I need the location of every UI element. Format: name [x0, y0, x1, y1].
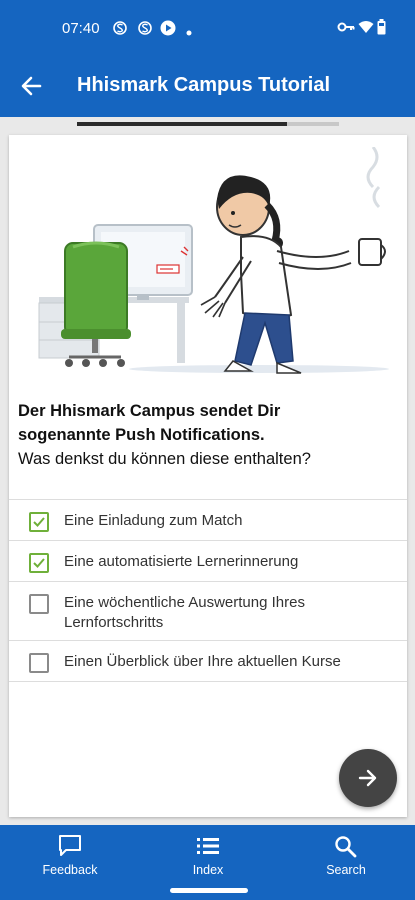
answer-list: Eine Einladung zum Match Eine automatisi…	[9, 499, 407, 682]
status-bar: 07:40	[0, 0, 415, 57]
list-icon	[197, 838, 219, 854]
nav-feedback[interactable]: Feedback	[10, 825, 130, 885]
notification-s-icon	[113, 20, 127, 39]
office-illustration	[38, 147, 389, 374]
home-indicator[interactable]	[170, 888, 248, 893]
checkbox-unchecked-icon[interactable]	[29, 594, 49, 614]
question-bold-line-2: sogenannte Push Notifications.	[18, 426, 265, 444]
question-card: Der Hhismark Campus sendet Dir sogenannt…	[9, 135, 407, 817]
nav-search-label: Search	[326, 863, 366, 877]
page-title: Hhismark Campus Tutorial	[77, 74, 331, 96]
answer-label: Eine automatisierte Lernerinnerung	[64, 553, 299, 570]
tutorial-progress-bar	[77, 122, 339, 126]
question-bold-line-1: Der Hhismark Campus sendet Dir	[18, 402, 281, 420]
search-icon	[335, 836, 357, 858]
question-normal-line: Was denkst du können diese enthalten?	[18, 450, 311, 468]
tutorial-progress-fill	[77, 122, 287, 126]
answer-option[interactable]: Einen Überblick über Ihre aktuellen Kurs…	[9, 641, 407, 682]
battery-icon	[377, 19, 386, 38]
answer-label: Eine wöchentliche Auswertung Ihres Lernf…	[64, 594, 305, 631]
arrow-forward-icon	[358, 769, 377, 787]
wifi-icon	[358, 20, 374, 37]
checkbox-checked-icon[interactable]	[29, 553, 49, 573]
vpn-key-icon	[337, 20, 355, 37]
question-text: Der Hhismark Campus sendet Dir sogenannt…	[18, 399, 388, 471]
answer-option[interactable]: Eine automatisierte Lernerinnerung	[9, 541, 407, 582]
next-button[interactable]	[339, 749, 397, 807]
checkbox-checked-icon[interactable]	[29, 512, 49, 532]
app-bar: Hhismark Campus Tutorial	[0, 57, 415, 117]
answer-option[interactable]: Eine Einladung zum Match	[9, 500, 407, 541]
answer-label: Eine Einladung zum Match	[64, 512, 243, 529]
answer-label: Einen Überblick über Ihre aktuellen Kurs…	[64, 653, 341, 670]
checkbox-unchecked-icon[interactable]	[29, 653, 49, 673]
play-icon	[160, 20, 176, 39]
nav-feedback-label: Feedback	[42, 863, 98, 877]
feedback-icon	[59, 835, 81, 856]
nav-index-label: Index	[192, 863, 224, 877]
answer-option[interactable]: Eine wöchentliche Auswertung Ihres Lernf…	[9, 582, 407, 641]
nav-index[interactable]: Index	[148, 825, 268, 885]
arrow-back-icon[interactable]	[18, 71, 46, 101]
notification-s-icon	[138, 20, 152, 39]
status-time: 07:40	[62, 20, 100, 37]
nav-search[interactable]: Search	[286, 825, 406, 885]
dot-icon	[186, 24, 192, 39]
